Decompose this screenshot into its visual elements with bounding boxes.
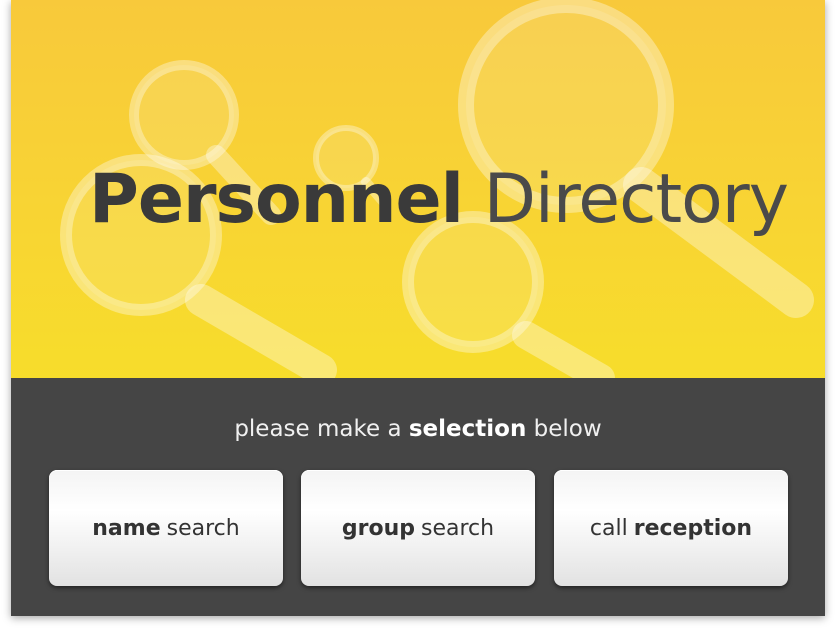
header-banner: Personnel Directory [11,0,825,378]
title-bold: Personnel [89,160,464,239]
app-window: Personnel Directory please make a select… [11,0,825,616]
selection-panel: please make a selection below name searc… [11,378,825,616]
name-search-bold: name [92,515,161,541]
page-title: Personnel Directory [89,160,789,240]
prompt-after: below [533,416,602,442]
name-search-button[interactable]: name search [49,470,283,586]
group-search-button[interactable]: group search [301,470,535,586]
magnifying-glass-icon [402,211,615,378]
group-search-normal: search [421,515,495,541]
group-search-bold: group [341,515,416,541]
call-reception-bold: reception [633,515,753,541]
selection-prompt: please make a selection below [11,416,825,442]
title-light: Directory [483,160,789,239]
name-search-normal: search [166,515,240,541]
prompt-bold: selection [408,416,527,442]
call-reception-normal: call [589,515,628,541]
call-reception-button[interactable]: call reception [554,470,788,586]
prompt-before: please make a [234,416,402,442]
